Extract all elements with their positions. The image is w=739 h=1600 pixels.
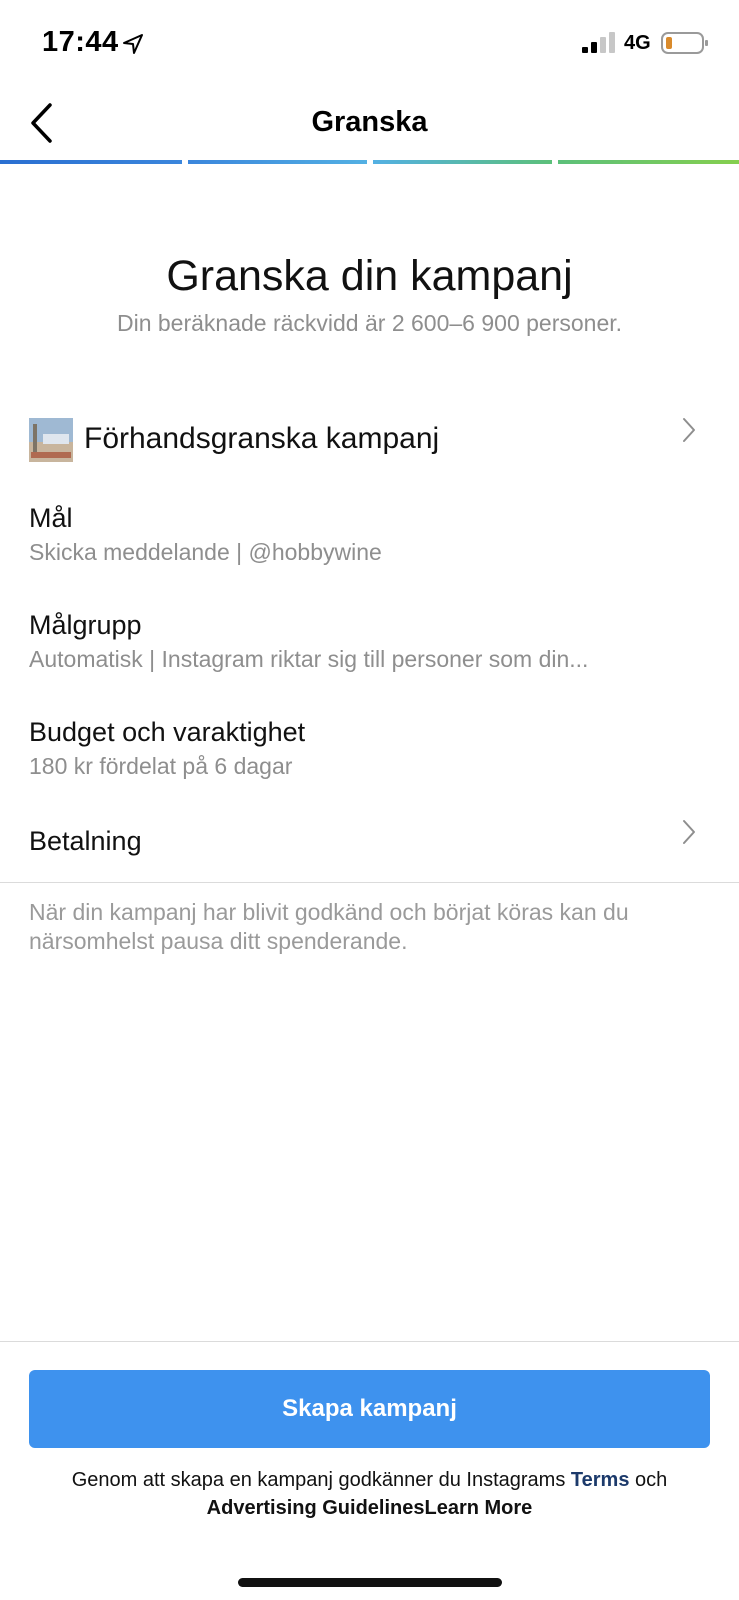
learn-more-link[interactable]: Learn More <box>425 1497 533 1519</box>
pause-note: När din kampanj har blivit godkänd och b… <box>29 899 629 954</box>
preview-row[interactable]: Förhandsgranska kampanj <box>0 404 739 476</box>
home-indicator <box>238 1578 502 1587</box>
advertising-guidelines-link[interactable]: Advertising Guidelines <box>207 1497 425 1519</box>
page-title: Granska din kampanj <box>166 252 573 300</box>
payment-label: Betalning <box>29 826 142 856</box>
legal-prefix: Genom att skapa en kampanj godkänner du … <box>71 1469 566 1491</box>
progress-segment-4 <box>558 160 739 164</box>
progress-bar <box>0 160 739 164</box>
progress-segment-3 <box>373 160 552 164</box>
legal-and: och <box>635 1469 668 1491</box>
signal-icon <box>582 32 615 53</box>
battery-icon <box>661 32 708 54</box>
location-arrow-icon <box>123 34 143 54</box>
chevron-right-icon <box>683 418 695 442</box>
progress-segment-1 <box>0 160 182 164</box>
terms-link[interactable]: Terms <box>571 1469 630 1491</box>
budget-value: 180 kr fördelat på 6 dagar <box>29 753 293 779</box>
network-label: 4G <box>624 32 651 54</box>
payment-row[interactable]: Betalning <box>0 805 739 875</box>
create-campaign-button[interactable]: Skapa kampanj <box>29 1370 710 1448</box>
progress-segment-2 <box>188 160 367 164</box>
status-time: 17:44 <box>42 26 119 58</box>
nav-title: Granska <box>311 106 428 138</box>
reach-estimate: Din beräknade räckvidd är 2 600–6 900 pe… <box>116 310 623 336</box>
preview-row-label: Förhandsgranska kampanj <box>84 422 440 455</box>
audience-value: Automatisk | Instagram riktar sig till p… <box>29 646 589 672</box>
goal-value: Skicka meddelande | @hobbywine <box>29 539 382 565</box>
budget-label: Budget och varaktighet <box>29 717 306 747</box>
campaign-thumbnail <box>29 418 73 462</box>
divider <box>0 882 739 883</box>
goal-label: Mål <box>29 503 73 533</box>
chevron-right-icon <box>683 820 695 844</box>
audience-label: Målgrupp <box>29 610 142 640</box>
footer-divider <box>0 1341 739 1342</box>
legal-text: Genom att skapa en kampanj godkänner du … <box>0 1466 739 1522</box>
